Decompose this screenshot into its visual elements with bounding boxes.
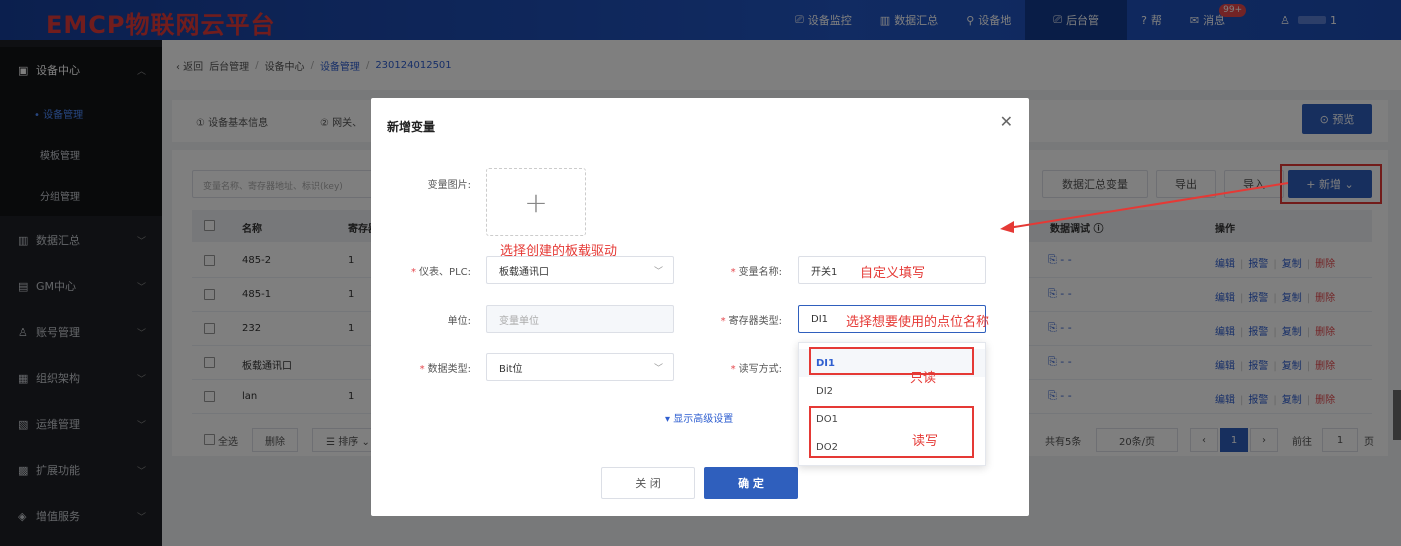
- arrow-head: [1000, 221, 1014, 233]
- arrow-line: [1007, 182, 1289, 229]
- annotation-arrow: [1000, 182, 1289, 233]
